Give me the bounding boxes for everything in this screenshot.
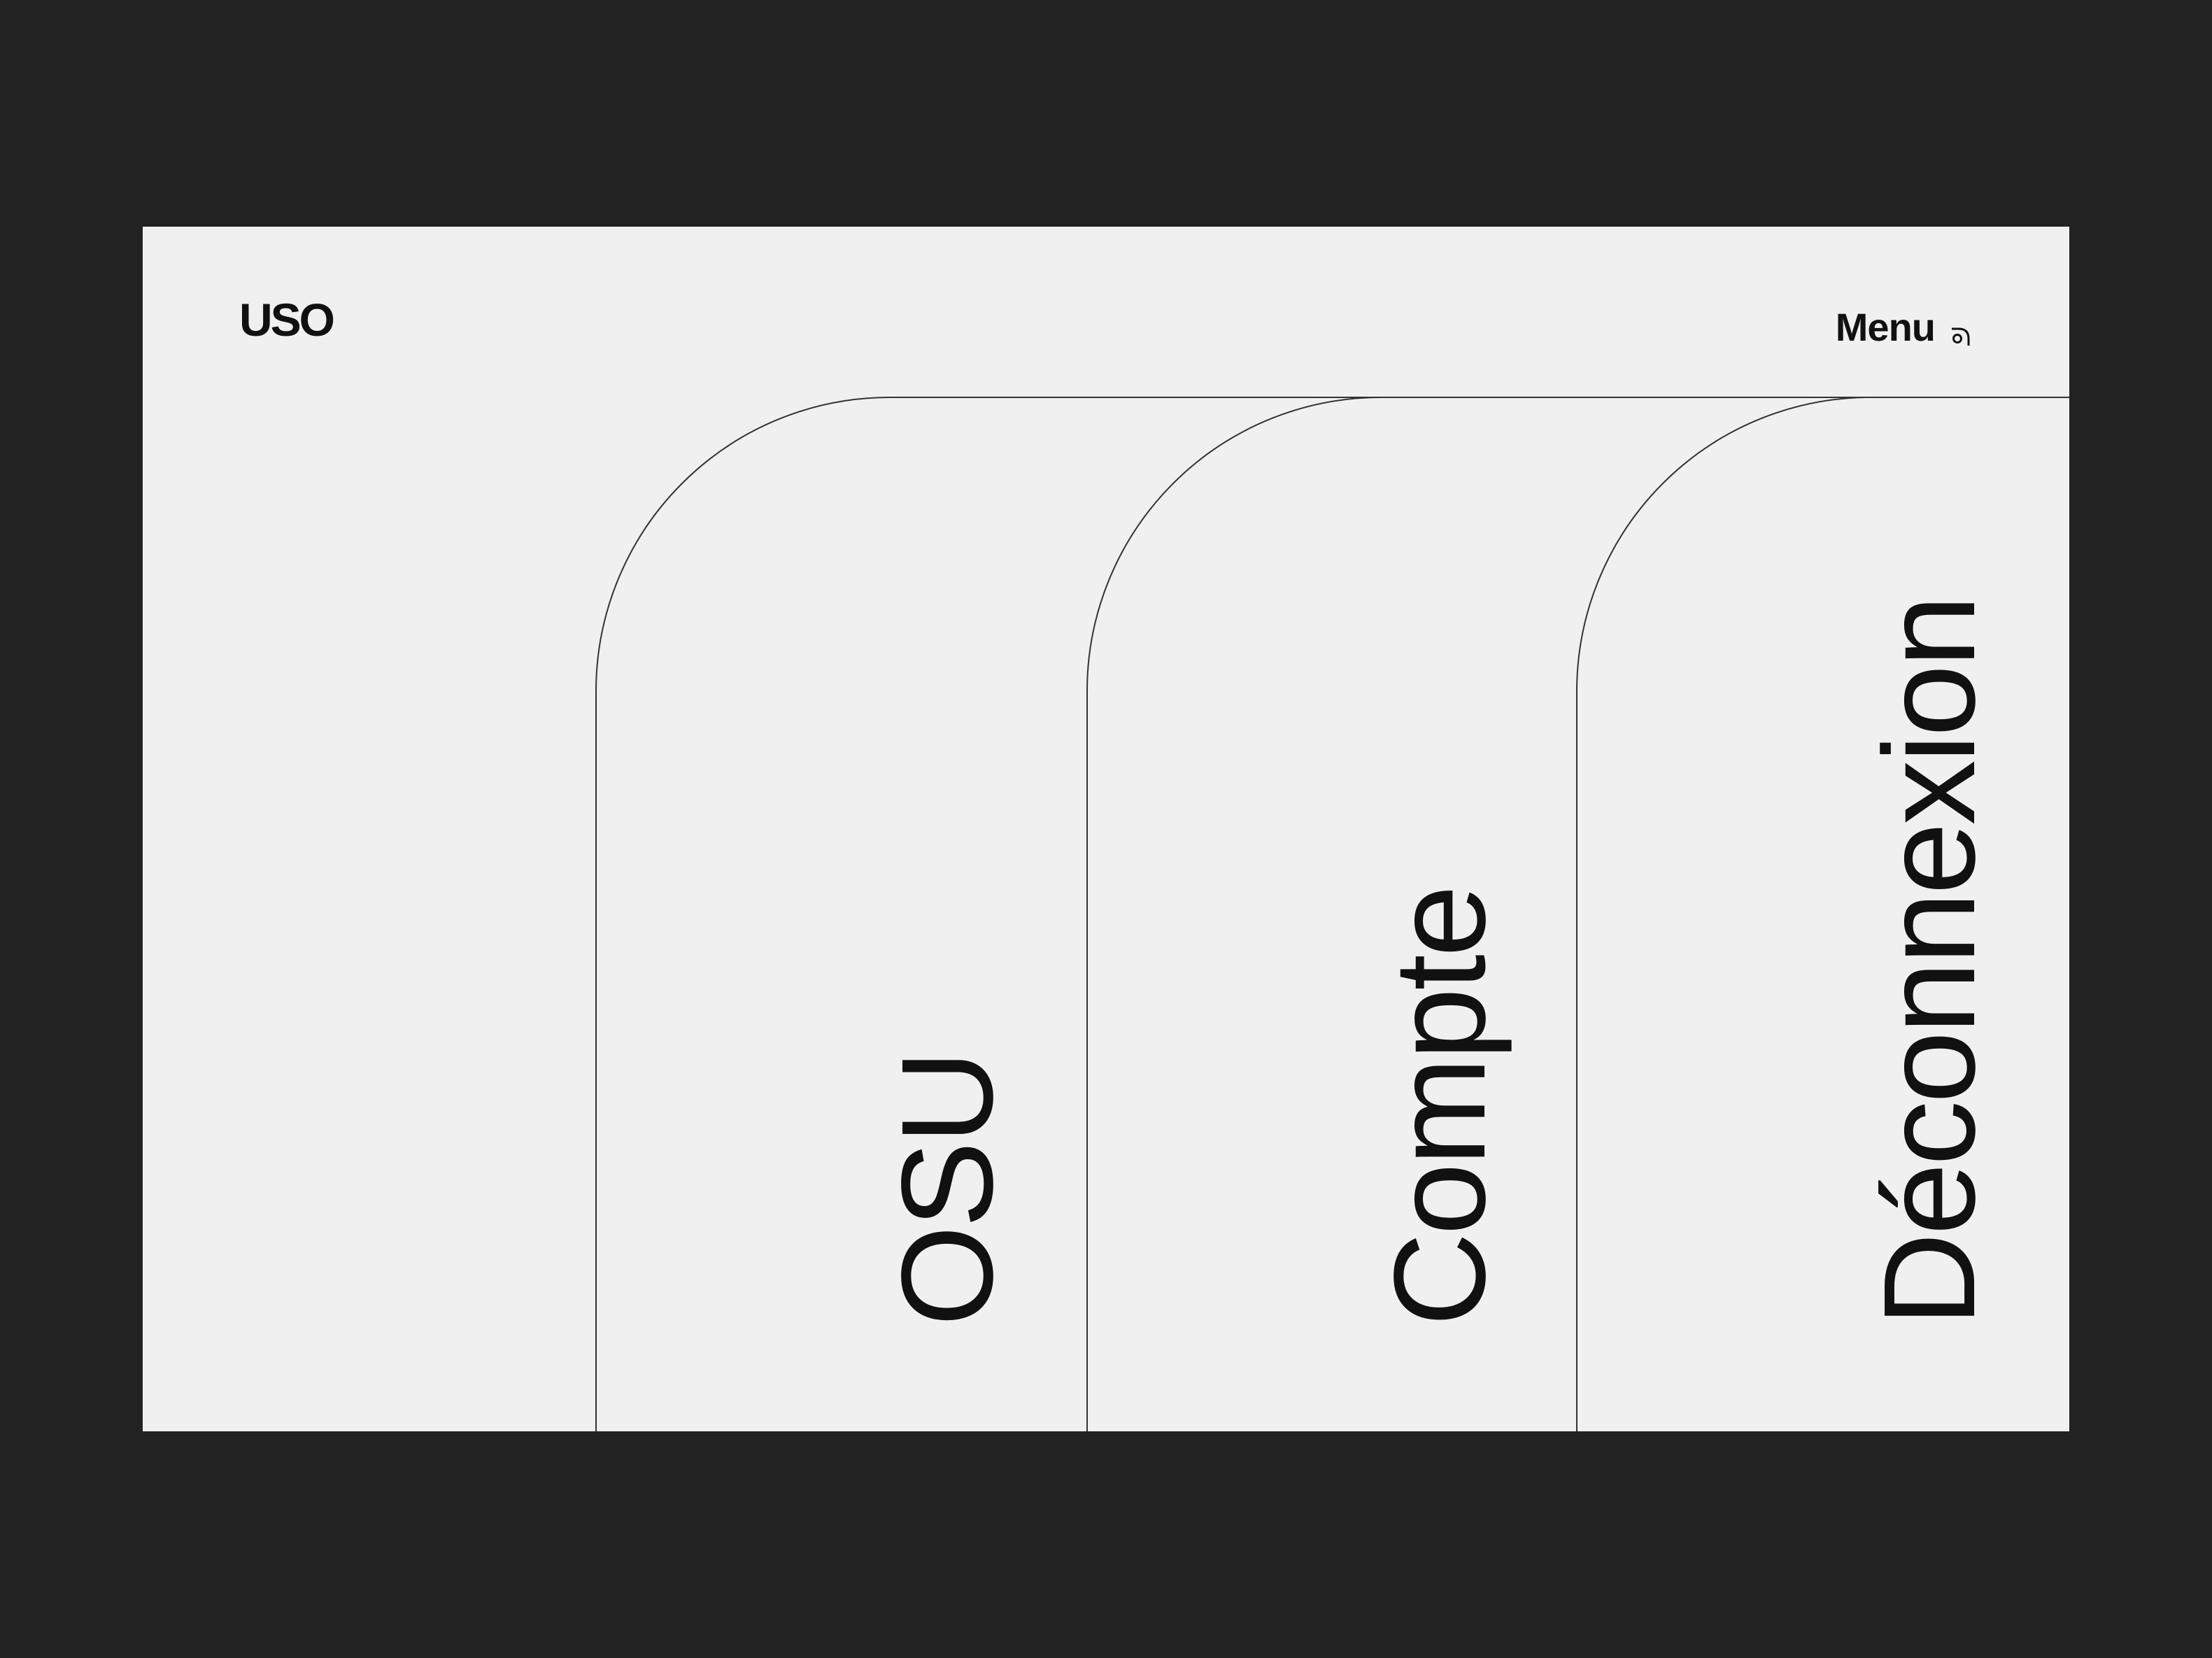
tab-compte[interactable]: Compte — [1368, 888, 1512, 1326]
tab-outlines — [595, 397, 2069, 1431]
tab-outline-osu — [595, 397, 2069, 1431]
app-screen: USO Menu OSU Compte Déconnexion — [143, 227, 2069, 1431]
tab-deconnexion[interactable]: Déconnexion — [1857, 597, 2002, 1326]
tab-osu[interactable]: OSU — [875, 1053, 1020, 1326]
